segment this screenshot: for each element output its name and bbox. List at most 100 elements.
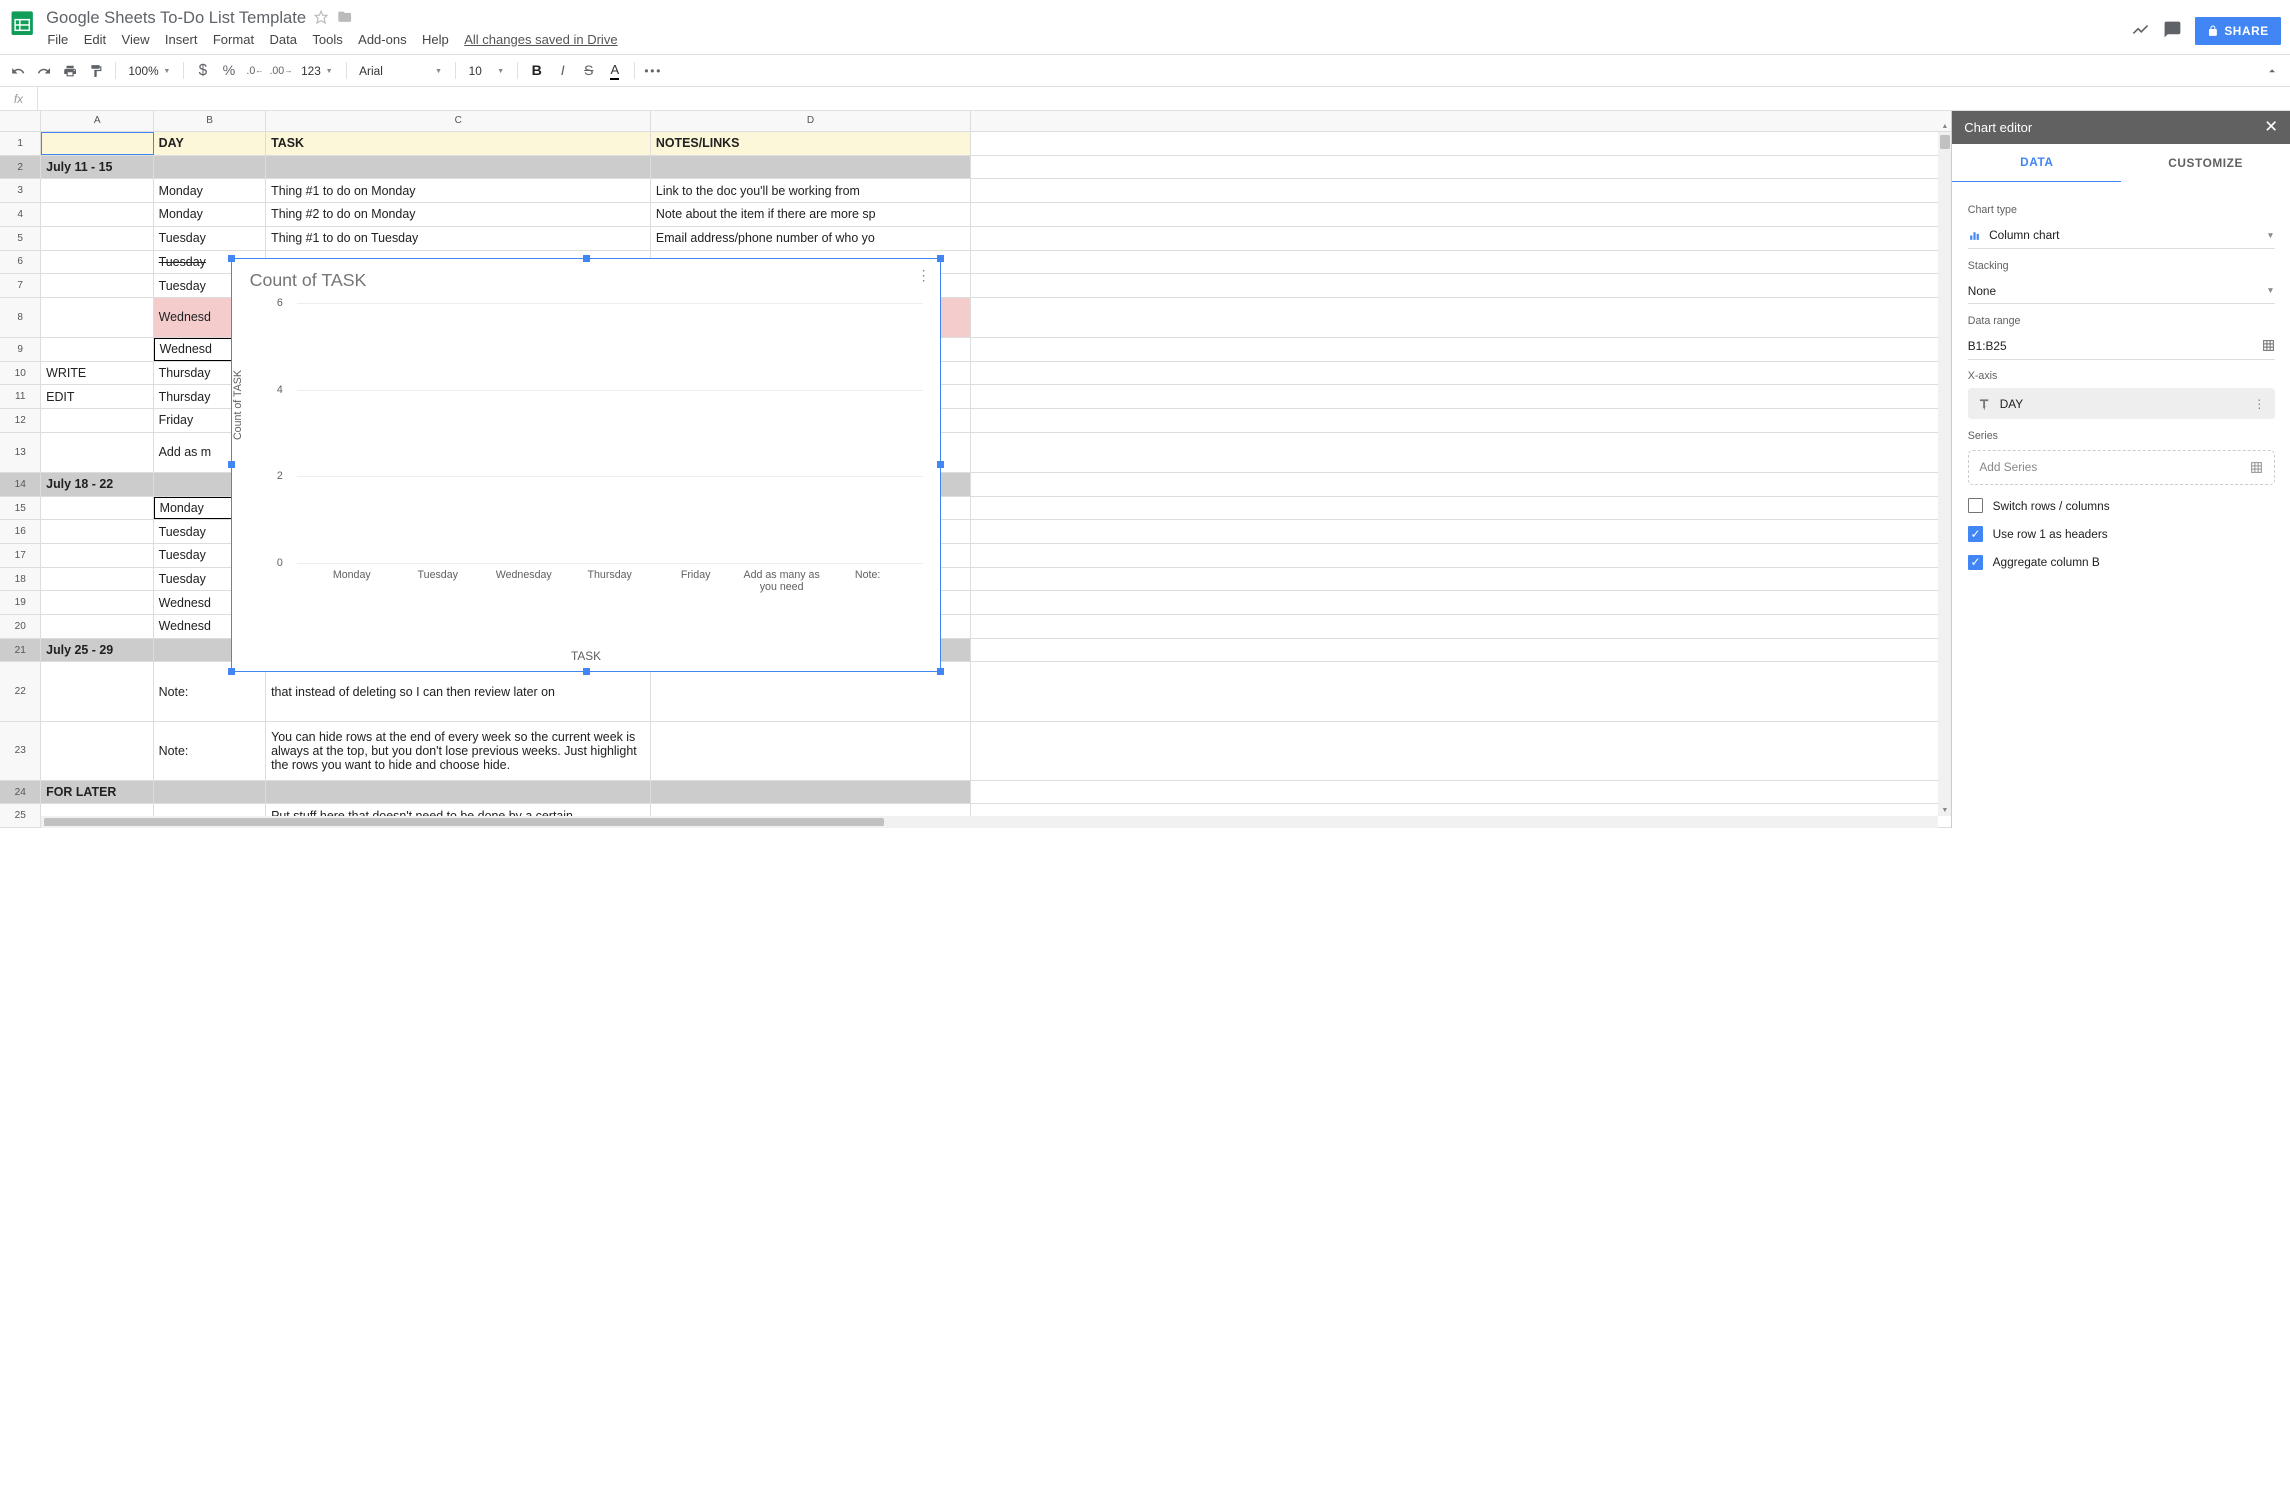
cell[interactable] xyxy=(651,156,971,179)
resize-handle[interactable] xyxy=(583,255,590,262)
close-icon[interactable]: ✕ xyxy=(2264,117,2278,137)
cell[interactable] xyxy=(41,298,153,337)
cell[interactable]: WRITE xyxy=(41,362,153,385)
cell[interactable] xyxy=(154,781,266,804)
row-header[interactable]: 15 xyxy=(0,497,41,520)
row-header[interactable]: 21 xyxy=(0,639,41,662)
cell[interactable] xyxy=(41,520,153,543)
font-size-select[interactable]: 10▼ xyxy=(463,64,510,78)
row-header[interactable]: 23 xyxy=(0,722,41,780)
col-header-A[interactable]: A xyxy=(41,111,153,131)
menu-file[interactable]: File xyxy=(47,32,68,47)
resize-handle[interactable] xyxy=(228,668,235,675)
cell[interactable] xyxy=(41,433,153,472)
zoom-select[interactable]: 100%▼ xyxy=(122,64,176,78)
format-select[interactable]: 123▼ xyxy=(295,64,338,78)
cell[interactable]: Tuesday xyxy=(154,227,266,250)
increase-decimal-button[interactable]: .00→ xyxy=(269,59,293,83)
bold-button[interactable]: B xyxy=(525,59,549,83)
cell[interactable]: Note about the item if there are more sp xyxy=(651,203,971,226)
print-button[interactable] xyxy=(58,59,82,83)
menu-addons[interactable]: Add-ons xyxy=(358,32,406,47)
data-range-field[interactable]: B1:B25 xyxy=(1968,333,2275,360)
menu-insert[interactable]: Insert xyxy=(165,32,198,47)
col-header-D[interactable]: D xyxy=(651,111,971,131)
cell[interactable]: EDIT xyxy=(41,385,153,408)
row-header[interactable]: 17 xyxy=(0,544,41,567)
cell[interactable] xyxy=(41,203,153,226)
row-header[interactable]: 3 xyxy=(0,179,41,202)
comments-icon[interactable] xyxy=(2163,20,2182,41)
checkbox[interactable]: ✓ xyxy=(1968,526,1983,541)
menu-edit[interactable]: Edit xyxy=(84,32,106,47)
stacking-select[interactable]: None▼ xyxy=(1968,278,2275,305)
row-header[interactable]: 22 xyxy=(0,662,41,720)
resize-handle[interactable] xyxy=(937,255,944,262)
row-header[interactable]: 1 xyxy=(0,132,41,155)
drive-status[interactable]: All changes saved in Drive xyxy=(464,32,617,47)
cell[interactable] xyxy=(41,591,153,614)
explore-icon[interactable] xyxy=(2131,20,2150,41)
add-series-button[interactable]: Add Series xyxy=(1968,450,2275,485)
table-row[interactable]: 23Note:You can hide rows at the end of e… xyxy=(0,722,1951,781)
menu-help[interactable]: Help xyxy=(422,32,449,47)
chart-menu-button[interactable]: ⋮ xyxy=(917,268,931,284)
cell[interactable]: DAY xyxy=(154,132,266,155)
text-color-button[interactable]: A xyxy=(603,59,627,83)
scroll-down-arrow[interactable]: ▼ xyxy=(1938,804,1951,816)
cell[interactable] xyxy=(651,722,971,780)
cell[interactable] xyxy=(651,781,971,804)
percent-button[interactable]: % xyxy=(217,59,241,83)
table-row[interactable]: 1DAYTASKNOTES/LINKS xyxy=(0,132,1951,156)
cell[interactable] xyxy=(154,156,266,179)
cell[interactable]: FOR LATER xyxy=(41,781,153,804)
cell[interactable] xyxy=(41,179,153,202)
row-header[interactable]: 14 xyxy=(0,473,41,496)
cell[interactable] xyxy=(41,497,153,520)
table-row[interactable]: 2July 11 - 15 xyxy=(0,156,1951,180)
row-header[interactable]: 7 xyxy=(0,274,41,297)
cell[interactable] xyxy=(41,544,153,567)
cell[interactable]: You can hide rows at the end of every we… xyxy=(266,722,651,780)
row-header[interactable]: 8 xyxy=(0,298,41,337)
row-header[interactable]: 11 xyxy=(0,385,41,408)
cell[interactable]: Thing #2 to do on Monday xyxy=(266,203,651,226)
menu-view[interactable]: View xyxy=(122,32,150,47)
resize-handle[interactable] xyxy=(937,668,944,675)
italic-button[interactable]: I xyxy=(551,59,575,83)
table-row[interactable]: 24FOR LATER xyxy=(0,781,1951,805)
currency-button[interactable]: $ xyxy=(191,59,215,83)
grid-icon[interactable] xyxy=(2262,339,2275,352)
paint-format-button[interactable] xyxy=(84,59,108,83)
col-header-C[interactable]: C xyxy=(266,111,651,131)
cell[interactable] xyxy=(41,568,153,591)
scroll-thumb[interactable] xyxy=(44,818,885,826)
row-header[interactable]: 10 xyxy=(0,362,41,385)
row-header[interactable]: 13 xyxy=(0,433,41,472)
row-header[interactable]: 4 xyxy=(0,203,41,226)
x-axis-chip[interactable]: T DAY ⋮ xyxy=(1968,388,2275,419)
cell[interactable]: July 11 - 15 xyxy=(41,156,153,179)
undo-button[interactable] xyxy=(6,59,30,83)
font-select[interactable]: Arial▼ xyxy=(353,64,448,78)
redo-button[interactable] xyxy=(32,59,56,83)
table-row[interactable]: 4MondayThing #2 to do on MondayNote abou… xyxy=(0,203,1951,227)
cell[interactable]: Email address/phone number of who yo xyxy=(651,227,971,250)
share-button[interactable]: SHARE xyxy=(2195,17,2281,45)
row-header[interactable]: 9 xyxy=(0,338,41,361)
strike-button[interactable]: S xyxy=(577,59,601,83)
row-header[interactable]: 16 xyxy=(0,520,41,543)
switch-rows-cols-option[interactable]: Switch rows / columns xyxy=(1968,498,2275,513)
cell[interactable] xyxy=(41,409,153,432)
cell[interactable] xyxy=(41,251,153,274)
checkbox[interactable]: ✓ xyxy=(1968,555,1983,570)
cell[interactable] xyxy=(266,781,651,804)
scroll-thumb[interactable] xyxy=(1940,135,1949,149)
row-header[interactable]: 2 xyxy=(0,156,41,179)
aggregate-option[interactable]: ✓ Aggregate column B xyxy=(1968,555,2275,570)
resize-handle[interactable] xyxy=(583,668,590,675)
cell[interactable]: Thing #1 to do on Monday xyxy=(266,179,651,202)
use-row1-headers-option[interactable]: ✓ Use row 1 as headers xyxy=(1968,526,2275,541)
cell[interactable]: July 25 - 29 xyxy=(41,639,153,662)
row-header[interactable]: 24 xyxy=(0,781,41,804)
